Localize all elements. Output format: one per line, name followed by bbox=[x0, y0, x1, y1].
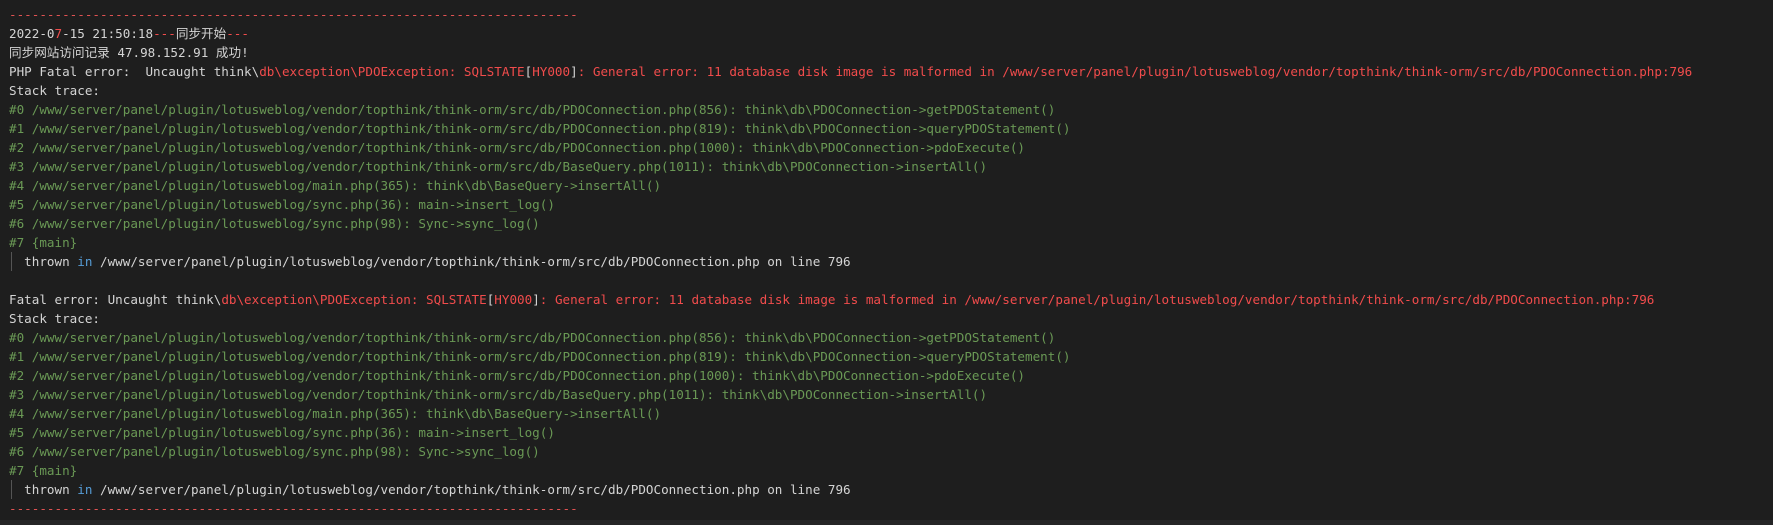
thrown-location: /www/server/panel/plugin/lotusweblog/ven… bbox=[92, 482, 851, 497]
trace-line: #5 /www/server/panel/plugin/lotusweblog/… bbox=[9, 425, 555, 440]
trace-line: #4 /www/server/panel/plugin/lotusweblog/… bbox=[9, 406, 662, 421]
in-keyword: in bbox=[77, 254, 93, 269]
trace-line: #7 {main} bbox=[9, 235, 78, 250]
error-block: Fatal error: Uncaught think\db\exception… bbox=[9, 290, 1773, 499]
timestamp-part: 2022-0 bbox=[9, 26, 55, 41]
separator-line: ----------------------------------------… bbox=[9, 501, 578, 516]
error-prefix: PHP Fatal error: Uncaught think\ bbox=[9, 64, 260, 79]
trace-line: #4 /www/server/panel/plugin/lotusweblog/… bbox=[9, 178, 662, 193]
bracket: ] bbox=[532, 292, 540, 307]
fatal-error-line: Fatal error: Uncaught think\db\exception… bbox=[9, 290, 1773, 309]
trace-line: #6 /www/server/panel/plugin/lotusweblog/… bbox=[9, 444, 540, 459]
dash-marker: --- bbox=[153, 26, 176, 41]
error-message: : General error: 11 database disk image … bbox=[539, 292, 1655, 307]
indent-guide bbox=[11, 252, 12, 271]
stack-trace-label: Stack trace: bbox=[9, 83, 100, 98]
thrown-line: thrown in /www/server/panel/plugin/lotus… bbox=[9, 480, 1773, 499]
timestamp-rest: -15 21:50:18 bbox=[62, 26, 154, 41]
trace-line: #1 /www/server/panel/plugin/lotusweblog/… bbox=[9, 349, 1071, 364]
trace-line: #6 /www/server/panel/plugin/lotusweblog/… bbox=[9, 216, 540, 231]
thrown-location: /www/server/panel/plugin/lotusweblog/ven… bbox=[92, 254, 851, 269]
indent-guide bbox=[11, 480, 12, 499]
sync-header-line: 2022-07-15 21:50:18---同步开始--- bbox=[9, 24, 1773, 43]
trace-line: #5 /www/server/panel/plugin/lotusweblog/… bbox=[9, 197, 555, 212]
log-output: ----------------------------------------… bbox=[0, 0, 1773, 525]
bracket: ] bbox=[570, 64, 578, 79]
in-keyword: in bbox=[77, 482, 93, 497]
stack-trace-label: Stack trace: bbox=[9, 311, 100, 326]
trace-line: #2 /www/server/panel/plugin/lotusweblog/… bbox=[9, 140, 1025, 155]
fatal-error-line: PHP Fatal error: Uncaught think\db\excep… bbox=[9, 62, 1773, 81]
error-block: PHP Fatal error: Uncaught think\db\excep… bbox=[9, 62, 1773, 271]
trace-line: #0 /www/server/panel/plugin/lotusweblog/… bbox=[9, 102, 1056, 117]
dash-marker: --- bbox=[226, 26, 249, 41]
separator-line: ----------------------------------------… bbox=[9, 7, 578, 22]
error-prefix: Fatal error: Uncaught think\ bbox=[9, 292, 222, 307]
trace-line: #2 /www/server/panel/plugin/lotusweblog/… bbox=[9, 368, 1025, 383]
trace-line: #1 /www/server/panel/plugin/lotusweblog/… bbox=[9, 121, 1071, 136]
sqlstate-code: HY000 bbox=[532, 64, 571, 79]
exception-namespace: db\exception\PDOException: SQLSTATE bbox=[259, 64, 525, 79]
trace-line: #3 /www/server/panel/plugin/lotusweblog/… bbox=[9, 159, 988, 174]
sync-start-text: 同步开始 bbox=[175, 26, 227, 41]
sqlstate-code: HY000 bbox=[494, 292, 533, 307]
sync-result-line: 同步网站访问记录 47.98.152.91 成功! bbox=[9, 45, 249, 60]
error-message: : General error: 11 database disk image … bbox=[577, 64, 1693, 79]
exception-namespace: db\exception\PDOException: SQLSTATE bbox=[221, 292, 487, 307]
bottom-scrollbar-track[interactable] bbox=[0, 520, 1773, 525]
trace-line: #7 {main} bbox=[9, 463, 78, 478]
thrown-line: thrown in /www/server/panel/plugin/lotus… bbox=[9, 252, 1773, 271]
thrown-prefix: thrown bbox=[9, 254, 78, 269]
timestamp-highlight: 7 bbox=[54, 26, 63, 41]
trace-line: #3 /www/server/panel/plugin/lotusweblog/… bbox=[9, 387, 988, 402]
trace-line: #0 /www/server/panel/plugin/lotusweblog/… bbox=[9, 330, 1056, 345]
thrown-prefix: thrown bbox=[9, 482, 78, 497]
